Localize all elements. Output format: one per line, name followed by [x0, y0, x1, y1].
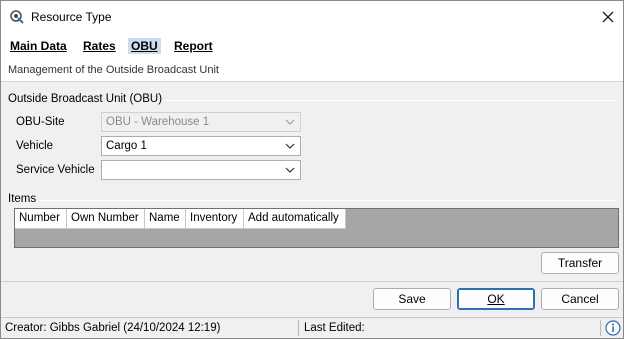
- vehicle-value: Cargo 1: [106, 140, 147, 152]
- vehicle-select[interactable]: Cargo 1: [101, 136, 301, 156]
- tab-obu[interactable]: OBU: [128, 38, 161, 54]
- save-button[interactable]: Save: [373, 288, 451, 310]
- status-divider: [298, 320, 299, 336]
- title-bar: Resource Type: [1, 1, 623, 32]
- info-icon[interactable]: [605, 320, 621, 336]
- chevron-down-icon: [285, 119, 295, 125]
- tab-bar: Main Data Rates OBU Report: [1, 32, 623, 58]
- close-icon: [602, 11, 614, 22]
- tab-main-data[interactable]: Main Data: [7, 38, 70, 54]
- vehicle-label: Vehicle: [16, 140, 54, 152]
- column-header-inventory[interactable]: Inventory: [186, 209, 244, 229]
- obu-site-label: OBU-Site: [16, 116, 65, 128]
- service-vehicle-label: Service Vehicle: [16, 164, 95, 176]
- obu-group-title: Outside Broadcast Unit (OBU): [8, 93, 163, 105]
- obu-site-select[interactable]: OBU - Warehouse 1: [101, 112, 301, 132]
- column-header-add-automatically[interactable]: Add automatically: [244, 209, 346, 229]
- creator-info: Creator: Gibbs Gabriel (24/10/2024 12:19…: [5, 322, 221, 334]
- status-bar: Creator: Gibbs Gabriel (24/10/2024 12:19…: [1, 317, 623, 338]
- items-group-divider: [37, 200, 617, 201]
- tab-report[interactable]: Report: [171, 38, 216, 54]
- resource-type-dialog: Resource Type Main Data Rates OBU Report…: [0, 0, 624, 339]
- ok-button[interactable]: OK: [457, 288, 535, 310]
- obu-site-value: OBU - Warehouse 1: [106, 116, 210, 128]
- items-grid[interactable]: Number Own Number Name Inventory Add aut…: [14, 208, 619, 248]
- tab-rates[interactable]: Rates: [80, 38, 119, 54]
- items-group-title: Items: [8, 193, 37, 205]
- chevron-down-icon: [285, 143, 295, 149]
- ok-button-label: OK: [487, 292, 505, 306]
- service-vehicle-select[interactable]: [101, 160, 301, 180]
- obu-group-divider: [165, 100, 617, 101]
- status-divider: [600, 320, 601, 336]
- column-header-number[interactable]: Number: [15, 209, 67, 229]
- transfer-button[interactable]: Transfer: [541, 252, 619, 274]
- close-button[interactable]: [593, 1, 623, 32]
- chevron-down-icon: [285, 167, 295, 173]
- footer-divider: [1, 281, 623, 282]
- items-grid-header: Number Own Number Name Inventory Add aut…: [15, 209, 346, 229]
- last-edited-info: Last Edited:: [304, 322, 365, 334]
- page-subtitle: Management of the Outside Broadcast Unit: [8, 64, 219, 76]
- window-title: Resource Type: [31, 10, 112, 24]
- resource-type-icon: [9, 9, 25, 25]
- cancel-button-label: Cancel: [561, 292, 599, 306]
- subtitle-bar: Management of the Outside Broadcast Unit: [1, 58, 623, 82]
- column-header-name[interactable]: Name: [145, 209, 186, 229]
- column-header-own-number[interactable]: Own Number: [67, 209, 145, 229]
- cancel-button[interactable]: Cancel: [541, 288, 619, 310]
